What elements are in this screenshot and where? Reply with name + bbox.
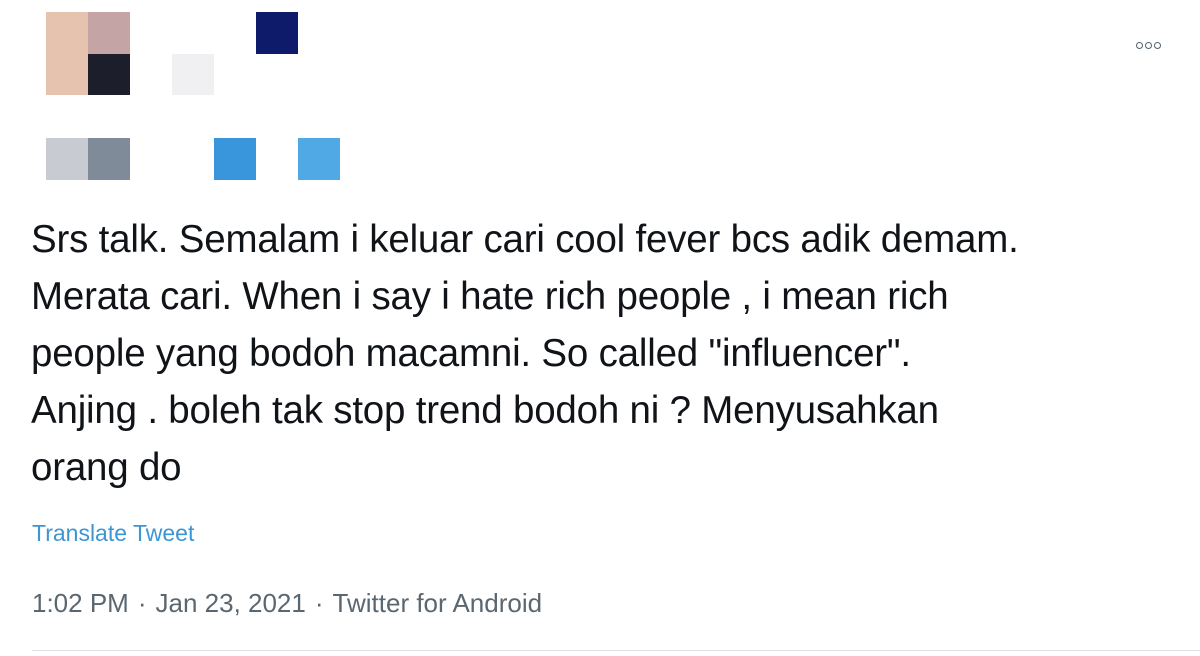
tweet-text: Srs talk. Semalam i keluar cari cool fev… xyxy=(31,218,1019,489)
censored-avatar-block xyxy=(88,12,130,54)
censored-name-block xyxy=(256,12,298,54)
censored-avatar-block xyxy=(88,54,130,95)
metadata-separator: · xyxy=(314,588,324,618)
more-options-button[interactable] xyxy=(1128,34,1168,56)
tweet-card: Srs talk. Semalam i keluar cari cool fev… xyxy=(0,0,1200,656)
divider xyxy=(32,650,1200,651)
censored-handle-block xyxy=(298,138,340,180)
censored-name-block xyxy=(172,54,214,95)
censored-avatar-block xyxy=(46,12,88,95)
tweet-metadata: 1:02 PM · Jan 23, 2021 · Twitter for And… xyxy=(32,587,542,619)
tweet-time[interactable]: 1:02 PM xyxy=(32,587,129,619)
metadata-separator: · xyxy=(137,588,147,618)
censored-handle-block xyxy=(214,138,256,180)
translate-tweet-link[interactable]: Translate Tweet xyxy=(32,519,194,547)
tweet-source-link[interactable]: Twitter for Android xyxy=(333,587,543,619)
tweet-date[interactable]: Jan 23, 2021 xyxy=(156,587,306,619)
censored-handle-block xyxy=(46,138,88,180)
censored-handle-block xyxy=(88,138,130,180)
more-horizontal-icon xyxy=(1135,41,1143,49)
more-horizontal-icon xyxy=(1144,41,1152,49)
more-horizontal-icon xyxy=(1153,41,1161,49)
